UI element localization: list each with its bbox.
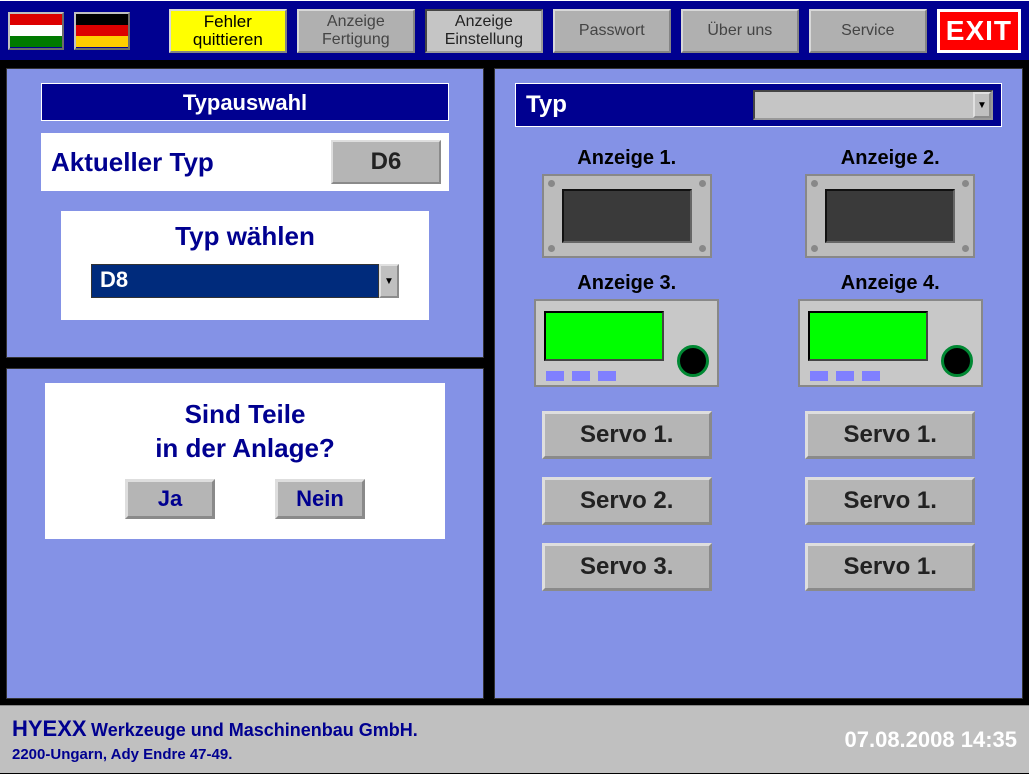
servo-1-right-button[interactable]: Servo 1. <box>805 411 975 459</box>
yes-button[interactable]: Ja <box>125 479 215 519</box>
anzeige-einstellung-button[interactable]: Anzeige Einstellung <box>425 9 543 53</box>
main-area: Typauswahl Aktueller Typ D6 Typ wählen D… <box>0 60 1029 705</box>
no-button[interactable]: Nein <box>275 479 365 519</box>
current-type-label: Aktueller Typ <box>51 147 214 178</box>
chevron-down-icon[interactable]: ▼ <box>379 264 399 298</box>
fehler-quittieren-button[interactable]: Fehler quittieren <box>169 9 287 53</box>
question-box: Sind Teile in der Anlage? Ja Nein <box>45 383 445 539</box>
current-type-value: D6 <box>331 140 441 184</box>
anzeige-1-device <box>542 174 712 258</box>
exit-button[interactable]: EXIT <box>937 9 1021 53</box>
type-selection-panel: Typauswahl Aktueller Typ D6 Typ wählen D… <box>6 68 484 358</box>
question-panel: Sind Teile in der Anlage? Ja Nein <box>6 368 484 699</box>
panel-title: Typauswahl <box>41 83 449 121</box>
type-dropdown-value: D8 <box>91 264 379 298</box>
servo-3-left-button[interactable]: Servo 3. <box>542 543 712 591</box>
datetime-label: 07.08.2008 14:35 <box>845 727 1018 753</box>
knob-icon <box>941 345 973 377</box>
typ-dropdown[interactable]: ▼ <box>753 90 993 120</box>
current-type-row: Aktueller Typ D6 <box>41 133 449 191</box>
anzeige-grid: Anzeige 1. Anzeige 2. Anzeige 3. <box>515 147 1002 387</box>
question-text: Sind Teile in der Anlage? <box>45 397 445 465</box>
anzeige-fertigung-button[interactable]: Anzeige Fertigung <box>297 9 415 53</box>
typ-label: Typ <box>526 91 567 119</box>
top-toolbar: Fehler quittieren Anzeige Fertigung Anze… <box>0 0 1029 60</box>
chevron-down-icon[interactable]: ▼ <box>973 92 991 118</box>
anzeige-2-device <box>805 174 975 258</box>
ueber-uns-button[interactable]: Über uns <box>681 9 799 53</box>
service-button[interactable]: Service <box>809 9 927 53</box>
type-select-title: Typ wählen <box>91 221 399 252</box>
flag-hungary-button[interactable] <box>8 12 64 50</box>
anzeige-3-device <box>534 299 719 387</box>
anzeige-2-label: Anzeige 2. <box>805 147 975 170</box>
typ-row: Typ ▼ <box>515 83 1002 127</box>
flag-germany-button[interactable] <box>74 12 130 50</box>
display-servo-panel: Typ ▼ Anzeige 1. Anzeige 2. <box>494 68 1023 699</box>
servo-2-right-button[interactable]: Servo 1. <box>805 477 975 525</box>
typ-dropdown-value <box>755 92 973 118</box>
servo-2-left-button[interactable]: Servo 2. <box>542 477 712 525</box>
type-dropdown[interactable]: D8 ▼ <box>91 264 399 298</box>
anzeige-1-label: Anzeige 1. <box>542 147 712 170</box>
footer: HYEXX Werkzeuge und Maschinenbau GmbH. 2… <box>0 705 1029 773</box>
company-tagline: Werkzeuge und Maschinenbau GmbH. <box>91 720 418 740</box>
anzeige-4-label: Anzeige 4. <box>798 272 983 295</box>
company-name: HYEXX <box>12 716 87 741</box>
anzeige-3-label: Anzeige 3. <box>534 272 719 295</box>
servo-3-right-button[interactable]: Servo 1. <box>805 543 975 591</box>
anzeige-4-device <box>798 299 983 387</box>
type-select-box: Typ wählen D8 ▼ <box>61 211 429 320</box>
knob-icon <box>677 345 709 377</box>
servo-grid: Servo 1. Servo 1. Servo 2. Servo 1. Serv… <box>515 411 1002 591</box>
passwort-button[interactable]: Passwort <box>553 9 671 53</box>
servo-1-left-button[interactable]: Servo 1. <box>542 411 712 459</box>
company-address: 2200-Ungarn, Ady Endre 47-49. <box>12 746 418 763</box>
